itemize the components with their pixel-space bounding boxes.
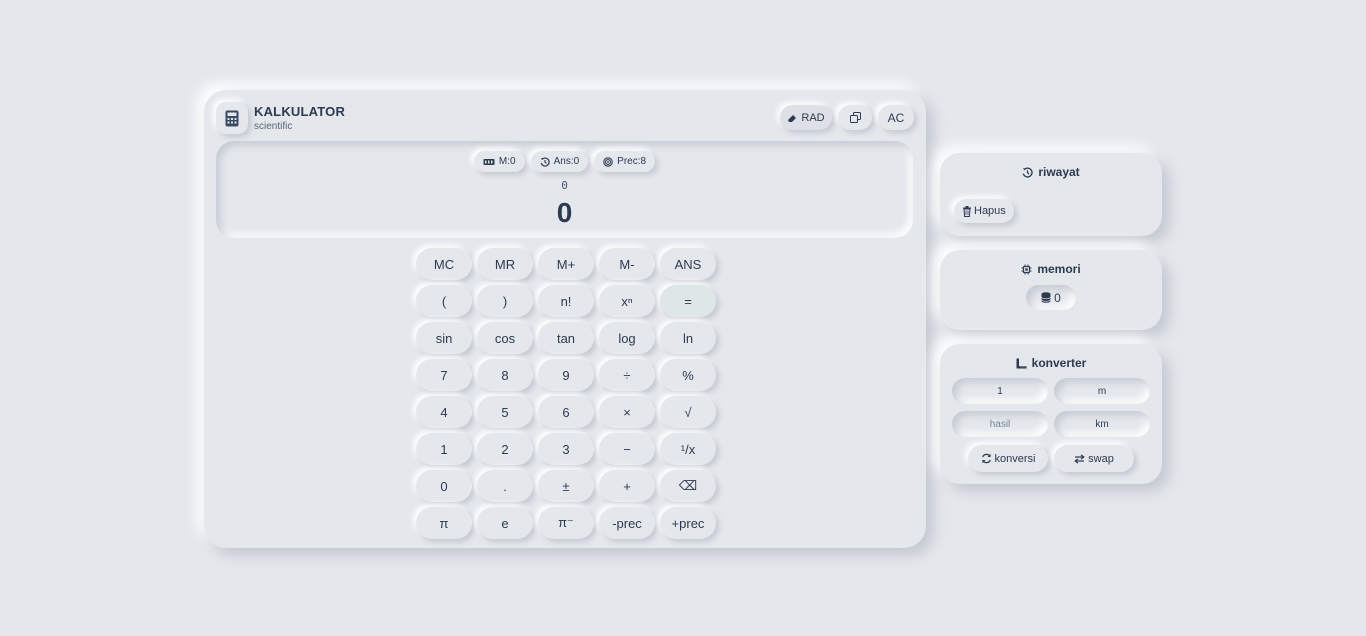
memory-value: 0 (1054, 290, 1061, 305)
ans-chip: Ans:0 (530, 151, 589, 172)
calculator-header: KALKULATOR scientific RAD AC (216, 100, 914, 136)
key-digit-7[interactable]: 7 (416, 359, 472, 391)
swap-label: swap (1088, 452, 1114, 465)
database-icon (1041, 292, 1052, 303)
key-square-root[interactable]: √ (660, 396, 716, 428)
history-icon (540, 156, 550, 167)
result-display: 0 (556, 197, 573, 228)
rad-toggle-button[interactable]: RAD (780, 105, 832, 130)
app-subtitle: scientific (254, 121, 293, 132)
key-digit-6[interactable]: 6 (538, 396, 594, 428)
target-icon (603, 156, 613, 167)
key-sin[interactable]: sin (416, 322, 472, 354)
converter-title-label: konverter (1031, 356, 1087, 370)
ruler-icon (1016, 358, 1027, 369)
memory-value-chip: 0 (1026, 285, 1076, 310)
key-log[interactable]: log (599, 322, 655, 354)
memory-panel: memori 0 (940, 250, 1162, 330)
key-reciprocal[interactable]: ¹/x (660, 433, 716, 465)
memory-chip-label: M:0 (498, 156, 516, 167)
memory-icon (483, 158, 495, 166)
key-pi[interactable]: π (416, 507, 472, 539)
key-decrease-precision[interactable]: -prec (599, 507, 655, 539)
converter-result-field: hasil (952, 411, 1048, 437)
key-digit-8[interactable]: 8 (477, 359, 533, 391)
trash-icon (962, 205, 972, 217)
all-clear-button[interactable]: AC (878, 105, 914, 130)
ans-chip-label: Ans:0 (553, 156, 580, 167)
key-percent[interactable]: % (660, 359, 716, 391)
key-digit-9[interactable]: 9 (538, 359, 594, 391)
convert-button[interactable]: konversi (968, 445, 1048, 472)
precision-chip: Prec:8 (594, 151, 656, 172)
app-title: KALKULATOR (254, 104, 346, 119)
key-equals[interactable]: = (660, 285, 716, 317)
key-plus[interactable]: + (599, 470, 655, 502)
clear-history-label: Hapus (974, 205, 1006, 217)
memory-title-label: memori (1037, 262, 1081, 276)
history-title: riwayat (940, 165, 1162, 179)
key-tan[interactable]: tan (538, 322, 594, 354)
calculator-card: KALKULATOR scientific RAD AC M:0 Ans:0 P… (204, 90, 926, 548)
refresh-icon (981, 453, 992, 464)
key-digit-4[interactable]: 4 (416, 396, 472, 428)
header-actions: RAD AC (780, 105, 914, 130)
key-digit-0[interactable]: 0 (416, 470, 472, 502)
key-increase-precision[interactable]: +prec (660, 507, 716, 539)
key-pi-inverse[interactable]: π⁻ (538, 507, 594, 539)
key-power[interactable]: xⁿ (599, 285, 655, 317)
converter-to-unit-select[interactable]: km (1054, 411, 1150, 437)
key-backspace[interactable]: ⌫ (660, 470, 716, 502)
key-cos[interactable]: cos (477, 322, 533, 354)
history-title-label: riwayat (1038, 165, 1080, 179)
key-ln[interactable]: ln (660, 322, 716, 354)
eraser-icon (787, 113, 797, 123)
keypad: MC MR M+ M- ANS () n! xⁿ = sin cos tan log ln 7 8 9 ÷% 4 5 6… (416, 248, 716, 539)
key-factorial[interactable]: n! (538, 285, 594, 317)
key-answer[interactable]: ANS (660, 248, 716, 280)
key-minus[interactable]: − (599, 433, 655, 465)
convert-label: konversi (994, 452, 1036, 465)
key-memory-add[interactable]: M+ (538, 248, 594, 280)
calculator-display: M:0 Ans:0 Prec:8 0 0 (216, 141, 913, 238)
swap-button[interactable]: swap (1054, 445, 1134, 472)
key-memory-subtract[interactable]: M- (599, 248, 655, 280)
key-digit-5[interactable]: 5 (477, 396, 533, 428)
converter-title: konverter (940, 356, 1162, 370)
key-close-paren[interactable]: ) (477, 285, 533, 317)
history-panel: riwayat Hapus (940, 153, 1162, 236)
precision-chip-label: Prec:8 (617, 156, 647, 167)
key-memory-recall[interactable]: MR (477, 248, 533, 280)
expression-display: 0 (561, 179, 568, 192)
key-memory-clear[interactable]: MC (416, 248, 472, 280)
key-plus-minus[interactable]: ± (538, 470, 594, 502)
converter-panel: konverter 1 m hasil km konversi swap (940, 344, 1162, 484)
status-chips: M:0 Ans:0 Prec:8 (216, 151, 913, 172)
calculator-icon (216, 102, 248, 134)
key-digit-1[interactable]: 1 (416, 433, 472, 465)
rad-label: RAD (801, 111, 825, 124)
key-divide[interactable]: ÷ (599, 359, 655, 391)
memory-title: memori (940, 262, 1162, 276)
converter-from-unit-select[interactable]: m (1054, 378, 1150, 404)
copy-icon (849, 112, 861, 123)
memory-chip: M:0 (473, 151, 525, 172)
clear-history-button[interactable]: Hapus (954, 199, 1014, 223)
converter-value-input[interactable]: 1 (952, 378, 1048, 404)
key-euler[interactable]: e (477, 507, 533, 539)
key-multiply[interactable]: × (599, 396, 655, 428)
key-digit-3[interactable]: 3 (538, 433, 594, 465)
swap-icon (1074, 453, 1085, 464)
key-decimal-point[interactable]: . (477, 470, 533, 502)
history-icon (1022, 167, 1033, 178)
chip-icon (1021, 264, 1032, 275)
copy-button[interactable] (838, 105, 872, 130)
key-digit-2[interactable]: 2 (477, 433, 533, 465)
key-open-paren[interactable]: ( (416, 285, 472, 317)
